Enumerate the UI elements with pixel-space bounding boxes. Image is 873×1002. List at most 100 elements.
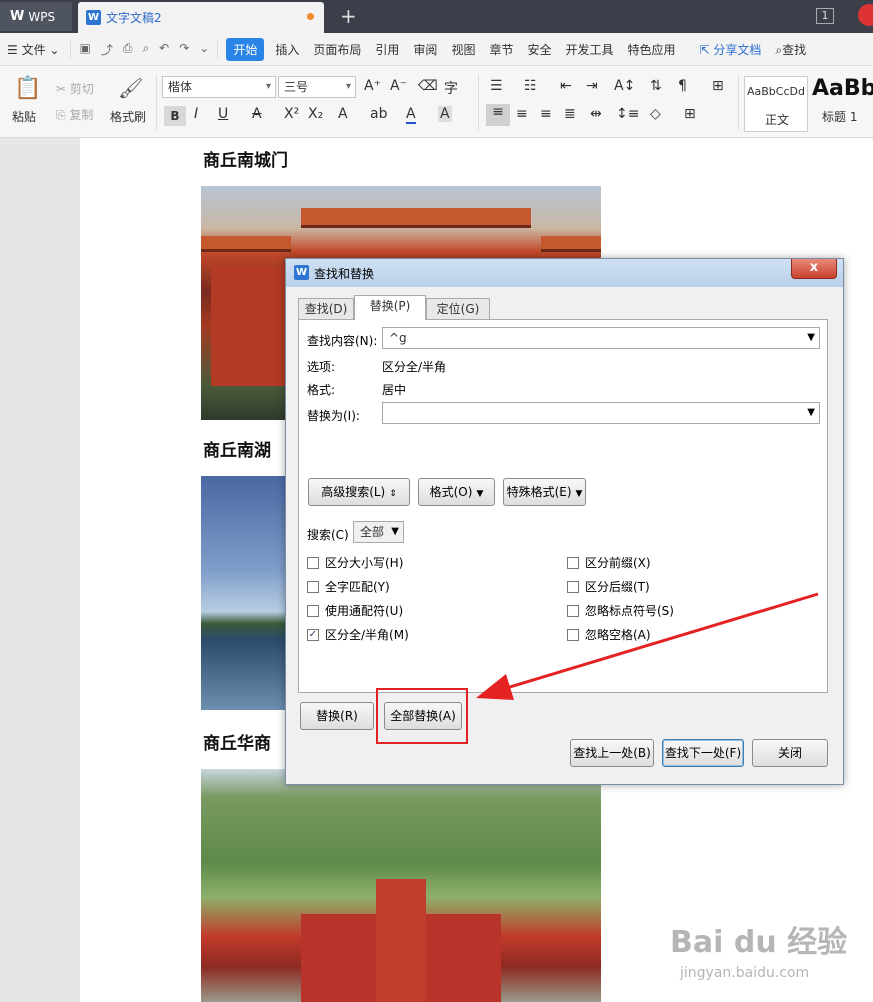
wps-app-tab[interactable]: W WPS <box>0 2 72 31</box>
align-center-icon[interactable]: ≡ <box>516 106 528 122</box>
checkbox-match-width[interactable]: ✓ 区分全/半角(M) <box>307 626 409 643</box>
increase-indent-icon[interactable]: ⇥ <box>586 78 598 94</box>
sort-icon[interactable]: ⇅ <box>650 78 662 94</box>
title-bar: W WPS W 文字文稿2 + 1 <box>0 0 873 33</box>
bold-icon[interactable]: B <box>164 106 186 126</box>
share-document-button[interactable]: ⇱ 分享文档 <box>693 41 769 58</box>
tab-review[interactable]: 审阅 <box>406 41 444 58</box>
numbered-list-icon[interactable]: ☷ <box>524 78 537 94</box>
checkbox-wildcards[interactable]: 使用通配符(U) <box>307 602 403 619</box>
search-direction-select[interactable]: 全部 ▼ <box>353 521 404 543</box>
font-size-select[interactable]: 三号 <box>278 76 356 98</box>
save-icon[interactable]: ▣ <box>79 41 90 58</box>
chevron-down-icon: ▼ <box>476 489 484 499</box>
paste-button[interactable]: 粘贴 <box>12 108 36 125</box>
tab-page-layout[interactable]: 页面布局 <box>306 41 368 58</box>
wps-logo-icon: W <box>10 9 25 24</box>
checkbox-box[interactable] <box>307 580 319 593</box>
border-icon[interactable]: ⊞ <box>684 106 696 122</box>
replace-dropdown-icon[interactable]: ▼ <box>807 403 815 423</box>
special-format-button[interactable]: 特殊格式(E) ▼ <box>503 478 586 506</box>
line-spacing-icon[interactable]: ↕≡ <box>616 106 639 122</box>
justify-icon[interactable]: ≣ <box>564 106 576 122</box>
clear-format-icon[interactable]: ⌫ <box>418 78 438 94</box>
checkbox-match-prefix[interactable]: 区分前缀(X) <box>567 554 651 571</box>
advanced-search-label: 高级搜索(L) <box>321 485 386 499</box>
checkbox-whole-word[interactable]: 全字匹配(Y) <box>307 578 390 595</box>
window-count-badge[interactable]: 1 <box>816 8 834 24</box>
phonetic-icon[interactable]: 字 <box>444 78 458 98</box>
tab-goto[interactable]: 定位(G) <box>426 298 490 319</box>
replace-input[interactable]: ▼ <box>382 402 820 424</box>
tab-developer[interactable]: 开发工具 <box>558 41 620 58</box>
style-heading1-preview[interactable]: AaBb <box>812 76 873 101</box>
tab-security[interactable]: 安全 <box>520 41 558 58</box>
strikethrough-icon[interactable]: A <box>252 106 262 122</box>
redo-icon[interactable]: ↷ <box>179 41 189 58</box>
tab-home[interactable]: 开始 <box>226 37 265 61</box>
tab-special[interactable]: 特色应用 <box>621 41 683 58</box>
shrink-font-icon[interactable]: A⁻ <box>390 78 407 94</box>
paste-icon[interactable]: 📋 <box>14 76 41 101</box>
superscript-icon[interactable]: X² <box>284 106 299 122</box>
copy-button[interactable]: ⎘ 复制 <box>56 106 93 123</box>
align-left-icon[interactable]: ≡ <box>486 104 510 126</box>
style-heading1-label[interactable]: 标题 1 <box>822 108 857 125</box>
cut-button[interactable]: ✂ 剪切 <box>56 80 94 97</box>
checkbox-box[interactable] <box>567 556 579 569</box>
format-painter-button[interactable]: 格式刷 <box>110 108 146 125</box>
subscript-icon[interactable]: X₂ <box>308 106 323 122</box>
dialog-close-button[interactable]: x <box>791 259 837 279</box>
decrease-indent-icon[interactable]: ⇤ <box>560 78 572 94</box>
shading-icon[interactable]: ◇ <box>650 106 661 122</box>
distribute-icon[interactable]: ⇹ <box>590 106 602 122</box>
find-dropdown-icon[interactable]: ▼ <box>807 328 815 348</box>
dialog-title-bar[interactable]: W 查找和替换 x <box>286 259 843 287</box>
print-icon[interactable]: ⎙ <box>123 41 133 58</box>
underline-icon[interactable]: U <box>218 106 228 122</box>
checkbox-box[interactable] <box>307 604 319 617</box>
document-tab[interactable]: W 文字文稿2 <box>78 2 324 33</box>
undo-icon[interactable]: ↶ <box>159 41 169 58</box>
user-avatar[interactable] <box>858 4 873 26</box>
text-effect-icon[interactable]: A <box>338 106 348 122</box>
print-preview-icon[interactable]: ⌕ <box>142 41 149 58</box>
search-button[interactable]: ⌕查找 <box>768 41 813 58</box>
bullet-list-icon[interactable]: ☰ <box>490 78 503 94</box>
italic-icon[interactable]: I <box>194 106 198 122</box>
advanced-search-button[interactable]: 高级搜索(L) ⇕ <box>308 478 410 506</box>
new-tab-button[interactable]: + <box>340 4 357 28</box>
writer-app-icon: W <box>294 265 309 280</box>
checkbox-box[interactable] <box>307 556 319 569</box>
style-normal[interactable]: AaBbCcDd 正文 <box>744 76 808 132</box>
collapse-icon: ⇕ <box>389 489 397 499</box>
checkbox-match-case[interactable]: 区分大小写(H) <box>307 554 403 571</box>
tab-replace[interactable]: 替换(P) <box>354 295 426 320</box>
table-grid-icon[interactable]: ⊞ <box>712 78 724 94</box>
align-right-icon[interactable]: ≡ <box>540 106 552 122</box>
find-input[interactable]: ^g ▼ <box>382 327 820 349</box>
checkmark-icon[interactable]: ✓ <box>307 628 319 641</box>
close-button[interactable]: 关闭 <box>752 739 828 767</box>
find-next-button[interactable]: 查找下一处(F) <box>662 739 744 767</box>
tab-insert[interactable]: 插入 <box>268 41 306 58</box>
ribbon-divider <box>738 74 739 130</box>
text-direction-icon[interactable]: A↕ <box>614 78 635 94</box>
file-menu[interactable]: ☰ 文件 ⌄ <box>0 41 66 58</box>
font-color-icon[interactable]: A <box>406 106 416 124</box>
tab-section[interactable]: 章节 <box>482 41 520 58</box>
highlight-icon[interactable]: ab <box>370 106 387 122</box>
find-previous-button[interactable]: 查找上一处(B) <box>570 739 654 767</box>
grow-font-icon[interactable]: A⁺ <box>364 78 381 94</box>
tab-references[interactable]: 引用 <box>368 41 406 58</box>
char-shading-icon[interactable]: A <box>438 106 452 122</box>
format-button[interactable]: 格式(O) ▼ <box>418 478 495 506</box>
tab-find[interactable]: 查找(D) <box>298 298 354 319</box>
replace-button[interactable]: 替换(R) <box>300 702 374 730</box>
font-name-select[interactable]: 楷体 <box>162 76 276 98</box>
format-painter-icon[interactable]: 🖌 <box>118 76 143 100</box>
tab-view[interactable]: 视图 <box>444 41 482 58</box>
more-chevron-icon[interactable]: ⌄ <box>199 41 209 58</box>
export-icon[interactable]: ⤴ <box>101 41 113 58</box>
show-marks-icon[interactable]: ¶ <box>678 78 687 94</box>
